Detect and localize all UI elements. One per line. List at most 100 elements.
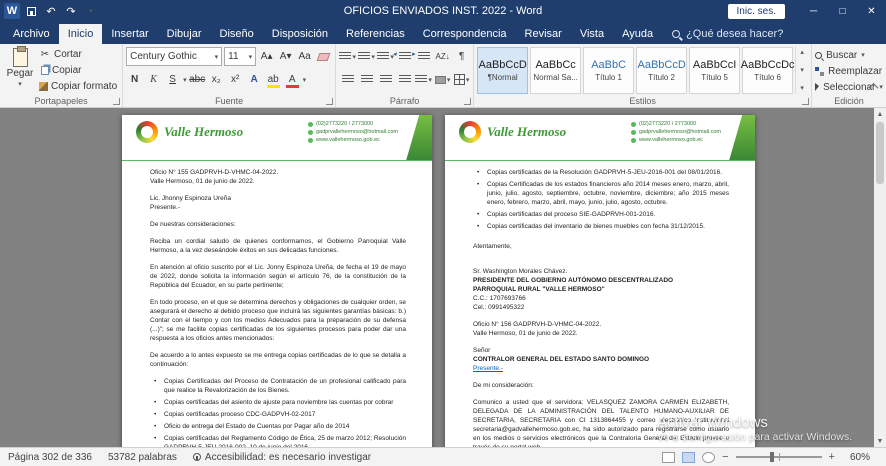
style-item[interactable]: AaBbCcD Título 2: [636, 47, 687, 94]
copy-button[interactable]: Copiar: [37, 63, 119, 78]
accessibility-status[interactable]: Accesibilidad: es necesario investigar: [185, 452, 379, 463]
shading-button[interactable]: ▾: [434, 70, 451, 89]
vertical-scrollbar[interactable]: ▲ ▼: [874, 108, 886, 447]
justify-button[interactable]: [396, 70, 413, 89]
highlight-button[interactable]: ab: [265, 70, 282, 89]
format-painter-button[interactable]: Copiar formato: [37, 79, 119, 94]
zoom-slider[interactable]: [736, 456, 822, 458]
doc-paragraph: Copias Certificadas del Proceso de Contr…: [150, 377, 406, 395]
gallery-down-button[interactable]: ▾: [800, 66, 804, 74]
zoom-level[interactable]: 60%: [842, 452, 878, 463]
ribbon-tab[interactable]: Diseño: [211, 24, 263, 44]
ribbon: Pegar ▾ ✂ Cortar Copiar Copiar formato: [0, 44, 886, 108]
document-page-2[interactable]: Valle Hermoso (02)2773220 / 2773000 gadp…: [445, 115, 755, 447]
ribbon-tab[interactable]: Archivo: [4, 24, 59, 44]
decrease-indent-button[interactable]: [396, 47, 413, 66]
font-dialog-launcher[interactable]: [326, 98, 333, 105]
underline-button[interactable]: S: [164, 70, 181, 89]
scroll-down-button[interactable]: ▼: [877, 435, 884, 447]
clear-formatting-button[interactable]: [315, 47, 332, 66]
paste-dropdown-icon[interactable]: ▾: [18, 80, 22, 88]
word-count[interactable]: 53782 palabras: [100, 452, 185, 463]
sort-button[interactable]: AZ↓: [434, 47, 451, 66]
style-item[interactable]: AaBbC Título 1: [583, 47, 634, 94]
document-area[interactable]: Valle Hermoso (02)2773220 / 2773000 gadp…: [0, 108, 874, 447]
align-left-button[interactable]: [339, 70, 356, 89]
italic-button[interactable]: K: [145, 70, 162, 89]
minimize-button[interactable]: ─: [799, 0, 828, 22]
ribbon-tab[interactable]: Dibujar: [158, 24, 211, 44]
doc-paragraph: Lic. Jhonny Espinoza Ureña: [150, 194, 406, 203]
undo-button[interactable]: ↶: [42, 2, 60, 20]
save-button[interactable]: [22, 2, 40, 20]
ribbon-tab[interactable]: Referencias: [337, 24, 414, 44]
underline-dropdown-icon[interactable]: ▾: [183, 76, 187, 84]
font-size-select[interactable]: 11 ▾: [224, 47, 256, 66]
collapse-ribbon-button[interactable]: [866, 80, 880, 92]
align-right-button[interactable]: [377, 70, 394, 89]
style-item[interactable]: AaBbCcDc Título 6: [742, 47, 793, 94]
align-center-button[interactable]: [358, 70, 375, 89]
font-group-label: Fuente: [123, 96, 335, 106]
cut-button[interactable]: ✂ Cortar: [37, 47, 119, 62]
qat-customize-button[interactable]: ▾: [82, 2, 100, 20]
borders-button[interactable]: ▾: [453, 70, 470, 89]
close-button[interactable]: ✕: [857, 0, 886, 22]
text-effects-button[interactable]: A: [246, 70, 263, 89]
style-name: Título 5: [701, 73, 728, 82]
page-indicator[interactable]: Página 302 de 336: [0, 452, 100, 463]
document-page-1[interactable]: Valle Hermoso (02)2773220 / 2773000 gadp…: [122, 115, 432, 447]
show-marks-button[interactable]: ¶: [453, 47, 470, 66]
strikethrough-button[interactable]: abc: [189, 70, 206, 89]
ribbon-tab[interactable]: Revisar: [516, 24, 571, 44]
zoom-in-button[interactable]: +: [829, 451, 835, 463]
bold-button[interactable]: N: [126, 70, 143, 89]
ribbon-tab[interactable]: Correspondencia: [414, 24, 516, 44]
ribbon-tab[interactable]: Inicio: [59, 24, 103, 44]
multilevel-list-button[interactable]: ▾: [377, 47, 394, 66]
grow-font-button[interactable]: A▴: [258, 47, 275, 66]
maximize-button[interactable]: □: [828, 0, 857, 22]
clipboard-dialog-launcher[interactable]: [113, 98, 120, 105]
superscript-button[interactable]: x²: [227, 70, 244, 89]
scrollbar-thumb[interactable]: [876, 122, 884, 184]
replace-button[interactable]: Reemplazar: [815, 64, 883, 78]
paste-button[interactable]: Pegar ▾: [3, 46, 37, 94]
web-layout-button[interactable]: [702, 452, 715, 463]
print-layout-button[interactable]: [682, 452, 695, 463]
ribbon-tab[interactable]: Ayuda: [613, 24, 662, 44]
style-name: Título 6: [754, 73, 781, 82]
style-item[interactable]: AaBbCc Normal Sa...: [530, 47, 581, 94]
letterhead-phone: (02)2773220 / 2773000: [639, 121, 696, 127]
tell-me-search[interactable]: ¿Qué desea hacer?: [672, 28, 783, 44]
numbered-list-button[interactable]: ▾: [358, 47, 375, 66]
doc-paragraph: [150, 229, 406, 237]
gallery-up-button[interactable]: ▴: [800, 48, 804, 56]
ribbon-tab[interactable]: Insertar: [102, 24, 157, 44]
font-name-select[interactable]: Century Gothic ▾: [126, 47, 222, 66]
font-color-dropdown-icon[interactable]: ▾: [303, 76, 307, 84]
paragraph-dialog-launcher[interactable]: [464, 98, 471, 105]
word-app-icon[interactable]: W: [4, 3, 20, 19]
subscript-button[interactable]: x₂: [208, 70, 225, 89]
zoom-slider-thumb[interactable]: [770, 452, 774, 462]
shrink-font-button[interactable]: A▾: [277, 47, 294, 66]
ribbon-tab[interactable]: Vista: [571, 24, 613, 44]
redo-button[interactable]: ↷: [62, 2, 80, 20]
style-item[interactable]: AaBbCcI Título 5: [689, 47, 740, 94]
style-item[interactable]: AaBbCcD ¶Normal: [477, 47, 528, 94]
increase-indent-button[interactable]: [415, 47, 432, 66]
font-color-button[interactable]: A: [284, 70, 301, 89]
zoom-out-button[interactable]: −: [722, 451, 728, 463]
read-mode-button[interactable]: [662, 452, 675, 463]
line-spacing-button[interactable]: ▾: [415, 70, 432, 89]
gallery-more-button[interactable]: ▾: [800, 84, 804, 92]
scroll-up-button[interactable]: ▲: [877, 108, 884, 120]
ribbon-tab[interactable]: Disposición: [263, 24, 337, 44]
change-case-button[interactable]: Aa: [296, 47, 313, 66]
sign-in-button[interactable]: Inic. ses.: [728, 4, 785, 19]
chevron-down-icon: ▾: [215, 53, 219, 61]
find-button[interactable]: Buscar ▾: [815, 48, 883, 62]
styles-dialog-launcher[interactable]: [802, 98, 809, 105]
bullet-list-button[interactable]: ▾: [339, 47, 356, 66]
